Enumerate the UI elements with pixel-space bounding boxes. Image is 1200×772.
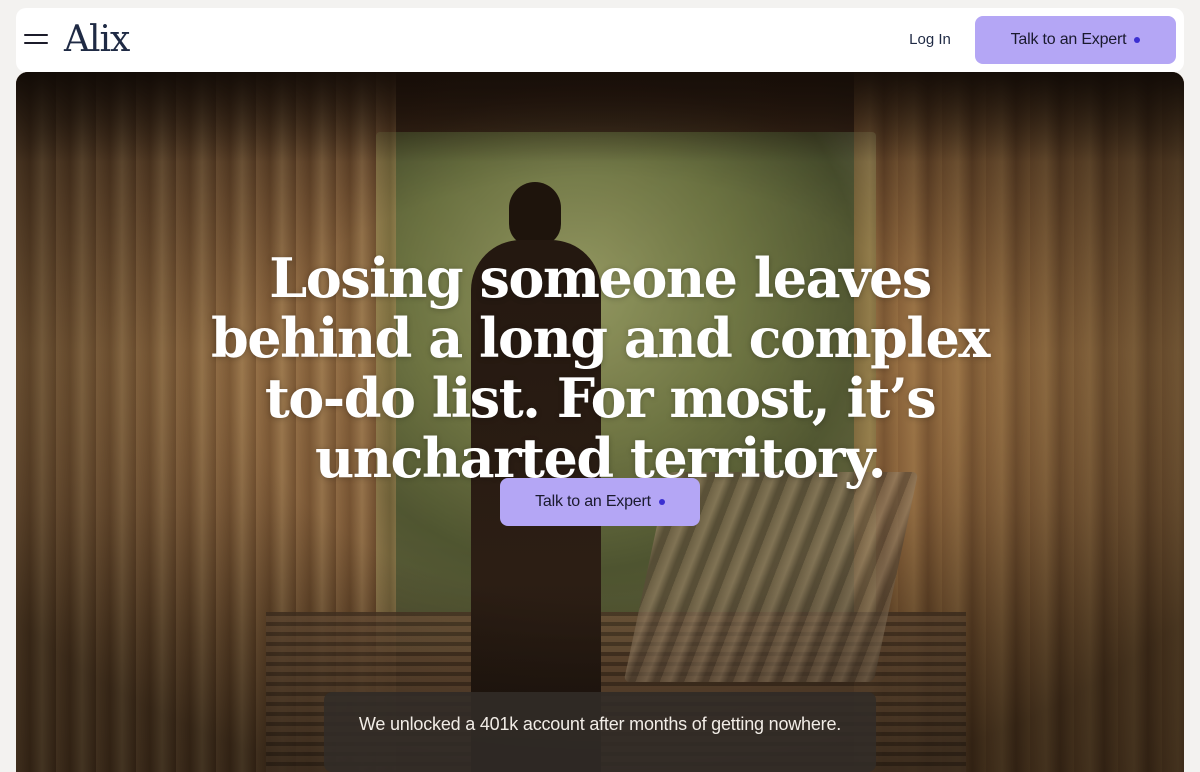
- dot-icon: [1134, 37, 1141, 43]
- brand-logo[interactable]: Alix: [64, 18, 130, 62]
- hero-section: Losing someone leaves behind a long and …: [16, 72, 1184, 772]
- hero-headline: Losing someone leaves behind a long and …: [210, 246, 991, 490]
- talk-to-expert-label: Talk to an Expert: [535, 493, 651, 510]
- hamburger-menu-icon[interactable]: [24, 28, 48, 52]
- talk-to-expert-button-hero[interactable]: Talk to an Expert: [500, 478, 700, 526]
- dot-icon: [658, 499, 665, 505]
- talk-to-expert-label: Talk to an Expert: [1010, 31, 1127, 48]
- testimonial-card: We unlocked a 401k account after months …: [324, 692, 876, 772]
- menu-line: [24, 42, 48, 44]
- menu-line: [24, 34, 48, 36]
- testimonial-text: We unlocked a 401k account after months …: [358, 714, 842, 734]
- login-link[interactable]: Log In: [894, 28, 966, 52]
- top-navbar: Alix Log In Talk to an Expert: [16, 8, 1184, 72]
- talk-to-expert-button-nav[interactable]: Talk to an Expert: [975, 16, 1176, 64]
